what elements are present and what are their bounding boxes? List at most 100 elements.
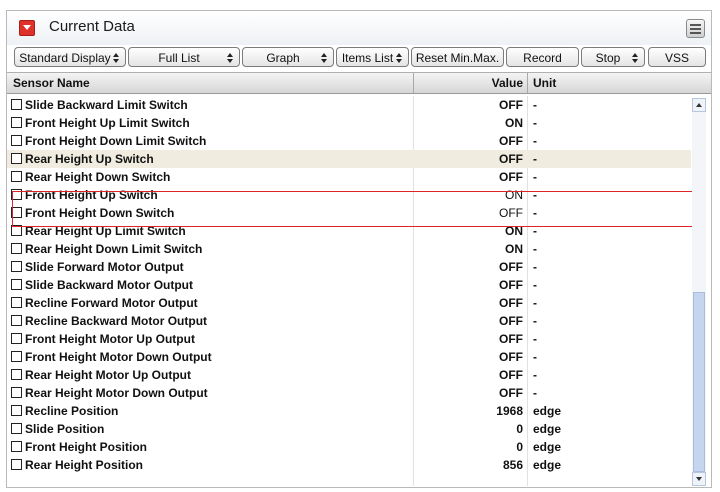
sensor-name: Rear Height Up Switch xyxy=(25,152,154,166)
graph-label: Graph xyxy=(266,51,300,65)
table-row[interactable]: Slide Forward Motor Output OFF - xyxy=(7,258,691,276)
checkbox-icon[interactable] xyxy=(11,189,22,200)
updown-arrows-icon xyxy=(113,53,120,63)
sensor-name: Rear Height Down Limit Switch xyxy=(25,242,203,256)
table-row[interactable]: Recline Backward Motor Output OFF - xyxy=(7,312,691,330)
checkbox-icon[interactable] xyxy=(11,225,22,236)
checkbox-icon[interactable] xyxy=(11,351,22,362)
title-bar: Current Data xyxy=(7,11,711,45)
stop-dropdown[interactable]: Stop xyxy=(581,47,645,67)
menu-icon[interactable] xyxy=(686,19,705,38)
table-row[interactable]: Front Height Position 0 edge xyxy=(7,438,691,456)
checkbox-icon[interactable] xyxy=(11,243,22,254)
sensor-unit: - xyxy=(533,368,537,382)
table-row[interactable]: Slide Position 0 edge xyxy=(7,420,691,438)
scrollbar-thumb[interactable] xyxy=(693,292,705,472)
table-row[interactable]: Front Height Motor Down Output OFF - xyxy=(7,348,691,366)
table-row[interactable]: Rear Height Down Switch OFF - xyxy=(7,168,691,186)
checkbox-icon[interactable] xyxy=(11,333,22,344)
table-row[interactable]: Slide Backward Motor Output OFF - xyxy=(7,276,691,294)
checkbox-icon[interactable] xyxy=(11,279,22,290)
checkbox-icon[interactable] xyxy=(11,297,22,308)
table-row[interactable]: Rear Height Motor Down Output OFF - xyxy=(7,384,691,402)
checkbox-icon[interactable] xyxy=(11,369,22,380)
checkbox-icon[interactable] xyxy=(11,153,22,164)
table-row[interactable]: Front Height Up Limit Switch ON - xyxy=(7,114,691,132)
sensor-value: 856 xyxy=(502,458,523,472)
sensor-value: OFF xyxy=(499,206,523,220)
column-header-value[interactable]: Value xyxy=(492,76,523,90)
table-row[interactable]: Front Height Motor Up Output OFF - xyxy=(7,330,691,348)
checkbox-icon[interactable] xyxy=(11,423,22,434)
reset-min-max-button[interactable]: Reset Min.Max. xyxy=(411,47,504,67)
checkbox-icon[interactable] xyxy=(11,441,22,452)
table-row[interactable]: Recline Forward Motor Output OFF - xyxy=(7,294,691,312)
sensor-name: Rear Height Up Limit Switch xyxy=(25,224,186,238)
checkbox-icon[interactable] xyxy=(11,315,22,326)
sensor-name: Recline Position xyxy=(25,404,119,418)
table-row[interactable]: Front Height Up Switch ON - xyxy=(7,186,691,204)
standard-display-label: Standard Display xyxy=(19,51,111,65)
sensor-value: ON xyxy=(505,188,523,202)
vertical-scrollbar[interactable] xyxy=(692,98,706,486)
full-list-dropdown[interactable]: Full List xyxy=(128,47,240,67)
column-divider[interactable] xyxy=(527,73,528,93)
sensor-table-body: Slide Backward Limit Switch OFF - Front Hei… xyxy=(7,96,691,486)
checkbox-icon[interactable] xyxy=(11,171,22,182)
sensor-value: OFF xyxy=(499,260,523,274)
checkbox-icon[interactable] xyxy=(11,261,22,272)
sensor-name: Rear Height Motor Up Output xyxy=(25,368,191,382)
scroll-down-arrow-icon[interactable] xyxy=(692,472,706,486)
checkbox-icon[interactable] xyxy=(11,117,22,128)
vss-button[interactable]: VSS xyxy=(648,47,706,67)
table-row[interactable]: Rear Height Up Limit Switch ON - xyxy=(7,222,691,240)
sensor-name: Slide Backward Limit Switch xyxy=(25,98,188,112)
table-row[interactable]: Slide Backward Limit Switch OFF - xyxy=(7,96,691,114)
table-row[interactable]: Recline Position 1968 edge xyxy=(7,402,691,420)
column-divider[interactable] xyxy=(413,73,414,93)
sensor-value: OFF xyxy=(499,350,523,364)
checkbox-icon[interactable] xyxy=(11,387,22,398)
sensor-unit: - xyxy=(533,296,537,310)
graph-dropdown[interactable]: Graph xyxy=(242,47,334,67)
items-list-label: Items List xyxy=(341,51,394,65)
table-row[interactable]: Front Height Down Switch OFF - xyxy=(7,204,691,222)
sensor-unit: edge xyxy=(533,458,562,472)
sensor-unit: - xyxy=(533,314,537,328)
sensor-value: OFF xyxy=(499,98,523,112)
table-row[interactable]: Rear Height Position 856 edge xyxy=(7,456,691,474)
updown-arrows-icon xyxy=(396,53,403,63)
sensor-name: Slide Forward Motor Output xyxy=(25,260,184,274)
checkbox-icon[interactable] xyxy=(11,207,22,218)
sensor-unit: - xyxy=(533,98,537,112)
sensor-unit: - xyxy=(533,206,537,220)
current-data-panel: Current Data Standard Display Full List … xyxy=(6,10,712,488)
table-row[interactable]: Rear Height Motor Up Output OFF - xyxy=(7,366,691,384)
sensor-name: Rear Height Down Switch xyxy=(25,170,171,184)
sensor-name: Front Height Down Switch xyxy=(25,206,175,220)
checkbox-icon[interactable] xyxy=(11,135,22,146)
sensor-value: OFF xyxy=(499,368,523,382)
sensor-value: OFF xyxy=(499,278,523,292)
sensor-name: Recline Forward Motor Output xyxy=(25,296,198,310)
scroll-up-arrow-icon[interactable] xyxy=(692,98,706,112)
items-list-dropdown[interactable]: Items List xyxy=(336,47,409,67)
sensor-name: Front Height Motor Up Output xyxy=(25,332,195,346)
sensor-name: Front Height Up Switch xyxy=(25,188,158,202)
checkbox-icon[interactable] xyxy=(11,459,22,470)
sensor-value: OFF xyxy=(499,134,523,148)
column-header-unit[interactable]: Unit xyxy=(533,76,556,90)
collapse-icon[interactable] xyxy=(19,20,35,36)
sensor-value: 1968 xyxy=(496,404,523,418)
table-row[interactable]: Rear Height Down Limit Switch ON - xyxy=(7,240,691,258)
standard-display-dropdown[interactable]: Standard Display xyxy=(14,47,126,67)
record-button[interactable]: Record xyxy=(506,47,579,67)
table-row[interactable]: Front Height Down Limit Switch OFF - xyxy=(7,132,691,150)
column-header-sensor-name[interactable]: Sensor Name xyxy=(13,76,90,90)
table-row[interactable]: Rear Height Up Switch OFF - xyxy=(7,150,691,168)
checkbox-icon[interactable] xyxy=(11,405,22,416)
stop-label: Stop xyxy=(595,51,621,65)
sensor-name: Front Height Motor Down Output xyxy=(25,350,212,364)
checkbox-icon[interactable] xyxy=(11,99,22,110)
full-list-label: Full List xyxy=(158,51,200,65)
